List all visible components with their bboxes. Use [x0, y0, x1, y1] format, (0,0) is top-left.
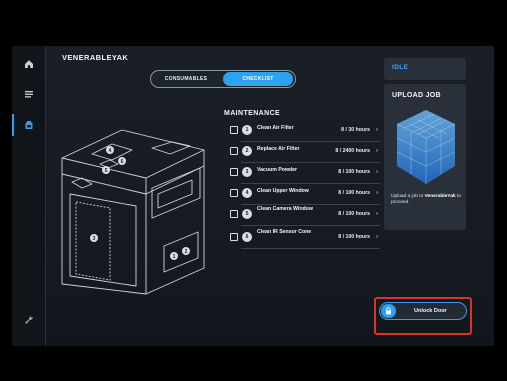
- task-row-5[interactable]: 5 Clean Camera Window 8 / 100 hours ›: [230, 206, 380, 226]
- home-icon: [25, 60, 33, 68]
- task-row-2[interactable]: 2 Replace Air Filter 8 / 2400 hours ›: [230, 143, 380, 163]
- marker-1: 1: [170, 252, 178, 260]
- divider: [241, 141, 380, 142]
- divider: [241, 225, 380, 226]
- tab-consumables[interactable]: CONSUMABLES: [153, 72, 219, 86]
- unlock-door-label: Unlock Door: [414, 308, 447, 314]
- task-hours: 8 / 100 hours: [338, 234, 370, 240]
- upload-title: UPLOAD JOB: [392, 92, 441, 99]
- task-row-6[interactable]: 6 Clean IR Sensor Cone 8 / 100 hours ›: [230, 229, 380, 249]
- nav-menu[interactable]: [12, 82, 46, 106]
- unlock-door-button[interactable]: Unlock Door: [379, 302, 467, 320]
- task-checkbox[interactable]: [230, 233, 238, 241]
- divider: [241, 183, 380, 184]
- task-hours: 8 / 30 hours: [341, 127, 370, 133]
- wrench-icon: [25, 316, 33, 324]
- chevron-right-icon: ›: [376, 190, 378, 196]
- marker-3: 3: [90, 234, 98, 242]
- upload-job-card[interactable]: UPLOAD JOB Upload a job to VenerableYak …: [384, 84, 466, 230]
- svg-text:3: 3: [93, 236, 96, 242]
- task-number: 4: [242, 188, 252, 198]
- lock-icon: [381, 304, 396, 318]
- task-hours: 8 / 100 hours: [338, 169, 370, 175]
- printer-touchscreen: VENERABLEYAK CONSUMABLES CHECKLIST 1 2 3…: [12, 46, 494, 346]
- marker-6: 6: [118, 157, 126, 165]
- view-toggle: CONSUMABLES CHECKLIST: [150, 70, 296, 88]
- chevron-right-icon: ›: [376, 169, 378, 175]
- printer-name: VENERABLEYAK: [62, 53, 129, 62]
- divider: [241, 248, 380, 249]
- marker-5: 5: [102, 166, 110, 174]
- task-name: Clean Camera Window: [257, 206, 313, 212]
- task-hours: 8 / 100 hours: [338, 211, 370, 217]
- svg-text:1: 1: [173, 254, 176, 260]
- chevron-right-icon: ›: [376, 127, 378, 133]
- status-label: IDLE: [392, 64, 409, 71]
- task-row-3[interactable]: 3 Vacuum Powder 8 / 100 hours ›: [230, 164, 380, 184]
- maintenance-title: MAINTENANCE: [224, 110, 281, 117]
- nav-settings[interactable]: [12, 308, 46, 332]
- task-number: 2: [242, 146, 252, 156]
- printer-illustration: 1 2 3 4 5 6: [61, 129, 205, 295]
- tab-checklist[interactable]: CHECKLIST: [223, 72, 293, 86]
- svg-text:6: 6: [121, 159, 124, 165]
- nav-printer[interactable]: [12, 113, 46, 137]
- task-row-4[interactable]: 4 Clean Upper Window 8 / 100 hours ›: [230, 185, 380, 205]
- task-hours: 8 / 100 hours: [338, 190, 370, 196]
- divider: [241, 204, 380, 205]
- upload-description: Upload a job to VenerableYak to proceed.: [391, 194, 461, 205]
- svg-text:4: 4: [109, 148, 112, 154]
- task-name: Clean Air Filter: [257, 125, 294, 131]
- task-checkbox[interactable]: [230, 189, 238, 197]
- task-name: Replace Air Filter: [257, 146, 300, 152]
- svg-text:5: 5: [105, 168, 108, 174]
- chevron-right-icon: ›: [376, 211, 378, 217]
- task-checkbox[interactable]: [230, 210, 238, 218]
- chevron-right-icon: ›: [376, 148, 378, 154]
- task-hours: 8 / 2400 hours: [335, 148, 370, 154]
- task-number: 5: [242, 209, 252, 219]
- divider: [241, 162, 380, 163]
- status-card: IDLE: [384, 58, 466, 80]
- marker-4: 4: [106, 146, 114, 154]
- build-volume-cube-icon: [396, 110, 456, 184]
- chevron-right-icon: ›: [376, 234, 378, 240]
- task-name: Clean IR Sensor Cone: [257, 229, 312, 235]
- task-row-1[interactable]: 1 Clean Air Filter 8 / 30 hours ›: [230, 122, 380, 142]
- printer-icon: [25, 121, 33, 129]
- task-checkbox[interactable]: [230, 168, 238, 176]
- marker-2: 2: [182, 247, 190, 255]
- task-name: Clean Upper Window: [257, 188, 309, 194]
- svg-text:2: 2: [185, 249, 188, 255]
- list-icon: [25, 91, 33, 98]
- task-checkbox[interactable]: [230, 126, 238, 134]
- task-number: 3: [242, 167, 252, 177]
- left-nav: [12, 46, 46, 346]
- task-number: 6: [242, 232, 252, 242]
- task-number: 1: [242, 125, 252, 135]
- task-name: Vacuum Powder: [257, 167, 298, 173]
- task-checkbox[interactable]: [230, 147, 238, 155]
- nav-home[interactable]: [12, 52, 46, 76]
